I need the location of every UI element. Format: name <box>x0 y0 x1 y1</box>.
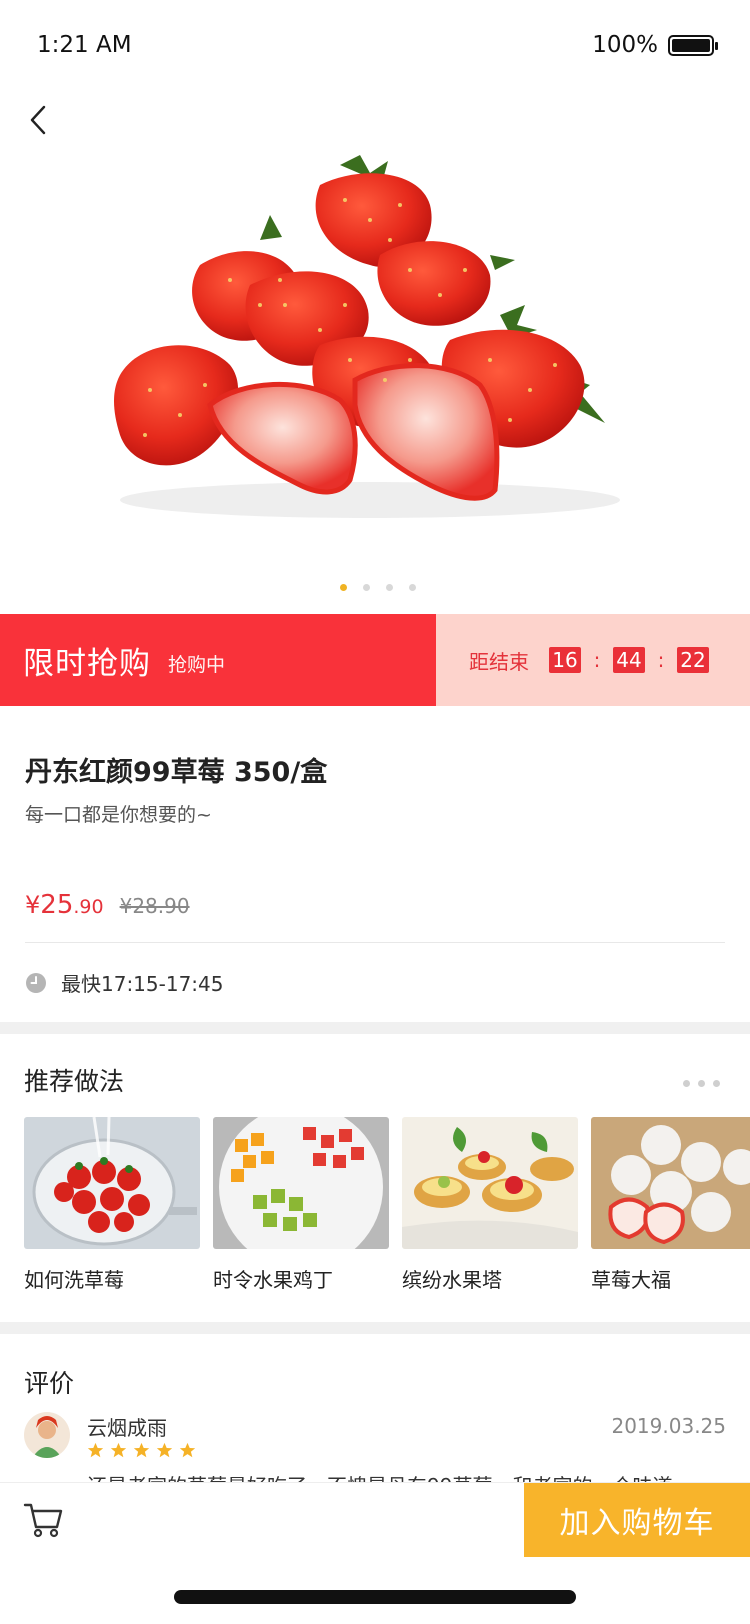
carousel-indicator[interactable] <box>0 584 750 591</box>
shopping-cart-icon[interactable] <box>23 1501 65 1539</box>
countdown-label: 距结束 <box>469 649 529 674</box>
recipe-card[interactable]: 时令水果鸡丁 <box>213 1117 389 1297</box>
add-to-cart-button[interactable]: 加入购物车 <box>524 1483 750 1557</box>
clock-icon <box>26 972 46 993</box>
flash-sale-bar: 限时抢购 抢购中 距结束 16 : 44 : 22 <box>0 614 750 706</box>
countdown: 距结束 16 : 44 : 22 <box>436 614 750 706</box>
carousel-dot-1[interactable] <box>340 584 347 591</box>
recipe-image-wash-strawberries <box>24 1117 200 1249</box>
price-currency: ¥ <box>25 891 41 919</box>
bottom-action-bar: 加入购物车 <box>0 1482 750 1557</box>
countdown-separator: : <box>593 648 601 672</box>
divider <box>25 942 725 943</box>
flash-sale-title: 限时抢购 <box>23 645 151 682</box>
carousel-dot-3[interactable] <box>386 584 393 591</box>
delivery-text: 最快17:15-17:45 <box>61 972 224 996</box>
avatar[interactable] <box>24 1412 70 1458</box>
section-separator <box>0 1022 750 1034</box>
reviewer-name: 云烟成雨 <box>87 1416 167 1440</box>
price-decimal: .90 <box>73 896 104 918</box>
reviews-title: 评价 <box>24 1369 75 1398</box>
star-icon <box>110 1442 127 1458</box>
more-icon[interactable] <box>683 1080 720 1087</box>
status-bar: 1:21 AM 100% <box>0 0 750 90</box>
star-icon <box>133 1442 150 1458</box>
recipes-title: 推荐做法 <box>24 1067 125 1096</box>
recipe-image-fruit-dice <box>213 1117 389 1269</box>
battery-percent: 100% <box>592 32 658 58</box>
recipe-label: 如何洗草莓 <box>24 1268 124 1292</box>
recipe-label: 缤纷水果塔 <box>402 1268 502 1292</box>
star-icon <box>156 1442 173 1458</box>
original-price: ¥28.90 <box>119 894 190 918</box>
star-icon <box>179 1442 196 1458</box>
product-subtitle: 每一口都是你想要的~ <box>25 804 212 826</box>
battery-icon <box>668 34 718 56</box>
product-image <box>90 145 646 545</box>
countdown-seconds: 22 <box>677 647 709 673</box>
carousel-dot-2[interactable] <box>363 584 370 591</box>
recipe-image-daifuku <box>591 1117 750 1249</box>
carousel-dot-4[interactable] <box>409 584 416 591</box>
countdown-separator: : <box>657 648 665 672</box>
recipe-label: 草莓大福 <box>591 1268 671 1292</box>
review-item: 云烟成雨 2019.03.25 还是老家的草莓最好吃了，不愧是丹东99草莓，和老… <box>24 1412 726 1498</box>
product-title: 丹东红颜99草莓 350/盒 <box>25 757 328 788</box>
status-right: 100% <box>592 32 718 58</box>
home-indicator[interactable] <box>174 1590 576 1604</box>
price: ¥ 25 .90 ¥28.90 <box>25 890 190 920</box>
review-date: 2019.03.25 <box>611 1414 726 1438</box>
recipe-card[interactable]: 如何洗草莓 <box>24 1117 200 1297</box>
countdown-hours: 16 <box>549 647 581 673</box>
price-integer: 25 <box>40 890 74 920</box>
recipes-list: 如何洗草莓 时令水果鸡丁 缤纷水果塔 草莓大福 <box>24 1117 750 1297</box>
flash-sale-status: 抢购中 <box>168 653 226 676</box>
chevron-left-icon[interactable] <box>22 100 62 140</box>
delivery-time: 最快17:15-17:45 <box>25 968 224 997</box>
recipe-card[interactable]: 缤纷水果塔 <box>402 1117 578 1297</box>
section-separator <box>0 1322 750 1334</box>
recipe-label: 时令水果鸡丁 <box>213 1268 333 1292</box>
recipe-image-fruit-tart <box>402 1117 578 1249</box>
rating-stars <box>87 1442 196 1459</box>
countdown-minutes: 44 <box>613 647 645 673</box>
status-time: 1:21 AM <box>37 32 132 58</box>
flash-sale-label-area: 限时抢购 抢购中 <box>0 614 436 706</box>
recipe-card[interactable]: 草莓大福 <box>591 1117 750 1297</box>
star-icon <box>87 1442 104 1458</box>
